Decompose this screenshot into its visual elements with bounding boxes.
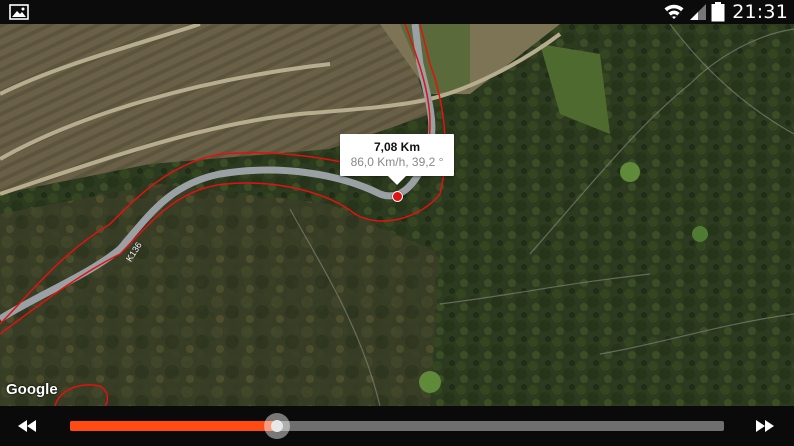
seekbar-thumb[interactable] [264,413,291,439]
speed-heading-text: 86,0 Km/h, 39,2 ° [350,155,444,169]
playback-bar [0,406,794,446]
rewind-icon[interactable] [16,417,38,435]
status-icons: 21:31 [663,0,788,24]
info-window[interactable]: 7,08 Km 86,0 Km/h, 39,2 ° [340,134,454,185]
battery-icon [711,2,725,22]
clock: 21:31 [732,1,788,23]
fast-forward-icon[interactable] [754,417,776,435]
status-bar: 21:31 [0,0,794,24]
wifi-icon [664,4,684,19]
signal-icon [690,4,707,20]
distance-text: 7,08 Km [373,140,421,154]
satellite-map [0,24,794,406]
google-logo: Google [6,381,58,398]
seekbar-progress [70,421,278,431]
map-view[interactable]: K136 Google [0,24,794,406]
position-marker[interactable] [392,191,403,202]
image-icon [9,4,29,20]
seekbar[interactable] [70,413,724,439]
